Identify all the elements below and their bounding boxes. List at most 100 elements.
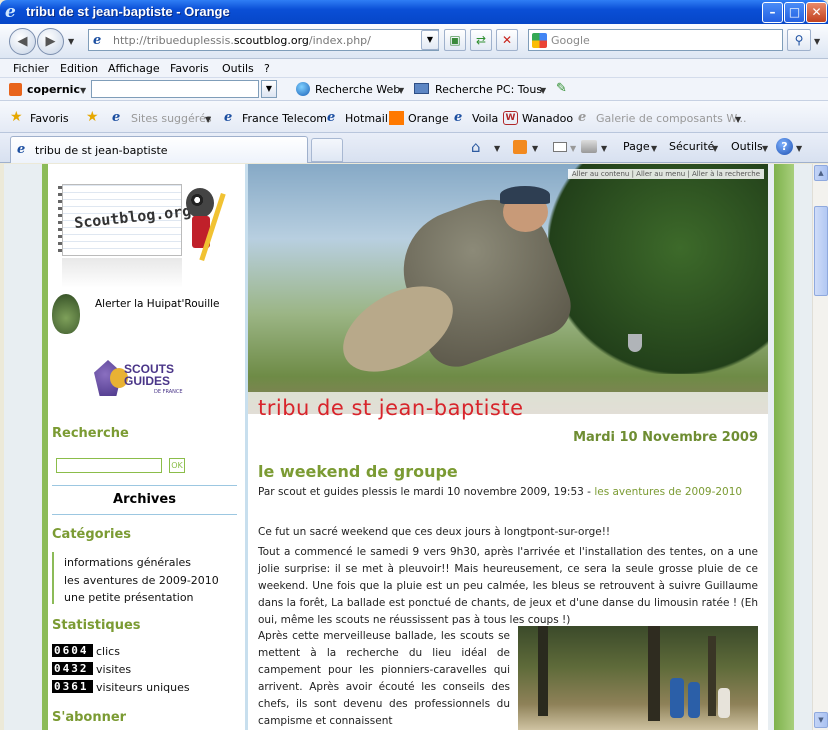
copernic-menu-icon[interactable]: ▼: [80, 86, 86, 95]
compatibility-button[interactable]: ▣: [444, 29, 466, 51]
tab-active[interactable]: e tribu de st jean-baptiste: [10, 136, 308, 163]
print-icon[interactable]: [581, 140, 597, 153]
fav-orange[interactable]: Orange: [408, 112, 449, 125]
header-banner-image: Aller au contenu | Aller au menu | Aller…: [248, 164, 768, 414]
scrollbar-thumb[interactable]: [814, 206, 828, 296]
menu-help[interactable]: ?: [264, 62, 270, 75]
fav-hotmail[interactable]: Hotmail: [345, 112, 388, 125]
ie-logo-icon: e: [5, 2, 16, 22]
tab-title[interactable]: tribu de st jean-baptiste: [35, 144, 168, 157]
tools-menu-button[interactable]: Outils: [731, 140, 763, 153]
chevron-down-icon: ▼: [426, 35, 434, 44]
address-url[interactable]: http://tribueduplessis.scoutblog.org/ind…: [113, 34, 371, 47]
category-link[interactable]: informations générales: [64, 556, 191, 569]
sgdf-logo-subtext: DE FRANCE: [154, 389, 183, 395]
google-icon: [532, 33, 547, 48]
help-menu-icon[interactable]: ▼: [796, 144, 802, 153]
menu-edition[interactable]: Edition: [60, 62, 98, 75]
search-button[interactable]: ⚲: [787, 29, 811, 51]
category-link[interactable]: une petite présentation: [64, 591, 194, 604]
feed-menu-icon[interactable]: ▼: [532, 144, 538, 153]
alert-link[interactable]: Alerter la Huipat'Rouille: [95, 298, 219, 310]
menu-fichier[interactable]: Fichier: [13, 62, 49, 75]
pc-search-menu-icon[interactable]: ▼: [540, 86, 546, 95]
vertical-scrollbar[interactable]: ▲ ▼: [812, 164, 828, 730]
print-menu-icon[interactable]: ▼: [601, 144, 607, 153]
mascot-bug-icon: [186, 188, 214, 218]
sidebar-search-ok-button[interactable]: OK: [169, 458, 185, 473]
menu-affichage[interactable]: Affichage: [108, 62, 160, 75]
photo-person: [688, 682, 700, 718]
forward-button[interactable]: ▶: [37, 28, 64, 55]
home-menu-icon[interactable]: ▼: [494, 144, 500, 153]
add-favorite-icon[interactable]: ★: [86, 109, 99, 125]
mail-icon[interactable]: [553, 142, 567, 152]
chevron-down-icon: ▼: [265, 84, 273, 93]
search-input[interactable]: Google: [551, 34, 590, 47]
highlight-icon[interactable]: ✎: [556, 81, 567, 96]
help-icon[interactable]: ?: [776, 138, 793, 155]
scroll-down-button[interactable]: ▼: [814, 712, 828, 728]
back-button[interactable]: ◀: [9, 28, 36, 55]
refresh-button[interactable]: ⇄: [470, 29, 492, 51]
menu-outils[interactable]: Outils: [222, 62, 254, 75]
maximize-button[interactable]: □: [784, 2, 805, 23]
address-domain: scoutblog.org: [233, 34, 309, 47]
history-dropdown-icon[interactable]: ▼: [68, 37, 74, 46]
globe-icon: [296, 82, 310, 96]
address-bar[interactable]: e http://tribueduplessis.scoutblog.org/i…: [88, 29, 439, 51]
fav-web-slice-gallery[interactable]: Galerie de composants W...: [596, 112, 746, 125]
security-menu-button[interactable]: Sécurité: [669, 140, 714, 153]
clicks-counter: 0604: [52, 644, 93, 657]
back-arrow-icon: ◀: [17, 34, 28, 49]
address-dropdown-button[interactable]: ▼: [421, 30, 439, 50]
post-paragraph: Tout a commencé le samedi 9 vers 9h30, a…: [258, 546, 758, 626]
rss-feed-icon[interactable]: [513, 140, 527, 154]
blog-title[interactable]: tribu de st jean-baptiste: [258, 396, 524, 420]
new-tab-button[interactable]: [311, 138, 343, 162]
close-button[interactable]: ✕: [806, 2, 827, 23]
scroll-up-button[interactable]: ▲: [814, 165, 828, 181]
ie-page-icon: e: [224, 110, 233, 125]
pc-search-button[interactable]: Recherche PC: Tous: [435, 83, 542, 96]
home-icon[interactable]: ⌂: [471, 138, 481, 156]
menu-favoris[interactable]: Favoris: [170, 62, 209, 75]
fav-france-telecom[interactable]: France Telecom: [242, 112, 327, 125]
archives-link[interactable]: Archives: [52, 492, 237, 507]
page-menu-icon[interactable]: ▼: [651, 144, 657, 153]
favorites-button[interactable]: Favoris: [30, 112, 69, 125]
fav-wanadoo[interactable]: Wanadoo: [522, 112, 573, 125]
category-link[interactable]: les aventures de 2009-2010: [64, 574, 219, 587]
search-options-icon[interactable]: ▼: [814, 37, 820, 46]
minimize-button[interactable]: –: [762, 2, 783, 23]
photo-tree-trunk: [648, 626, 660, 721]
access-links[interactable]: Aller au contenu | Aller au menu | Aller…: [567, 169, 764, 179]
web-search-menu-icon[interactable]: ▼: [398, 86, 404, 95]
sgdf-logo[interactable]: SCOUTS GUIDES DE FRANCE: [94, 360, 194, 400]
suggested-menu-icon[interactable]: ▼: [205, 115, 211, 124]
photo-person: [718, 688, 730, 718]
post-title[interactable]: le weekend de groupe: [258, 462, 458, 481]
copernic-dropdown-button[interactable]: ▼: [261, 80, 277, 98]
stop-button[interactable]: ✕: [496, 29, 518, 51]
post-photo[interactable]: [518, 626, 758, 730]
search-section-title: Recherche: [52, 426, 129, 441]
fav-suggested-sites[interactable]: Sites suggérés: [131, 112, 212, 125]
security-menu-icon[interactable]: ▼: [712, 144, 718, 153]
browser-window: e tribu de st jean-baptiste - Orange – □…: [0, 0, 828, 730]
navigation-bar: ◀ ▶ ▼ e http://tribueduplessis.scoutblog…: [0, 24, 828, 59]
sidebar-search-input[interactable]: [56, 458, 162, 473]
window-title: tribu de st jean-baptiste - Orange: [26, 4, 230, 19]
copernic-search-input[interactable]: [91, 80, 259, 98]
page-menu-button[interactable]: Page: [623, 140, 650, 153]
web-search-button[interactable]: Recherche Web: [315, 83, 400, 96]
mail-menu-icon[interactable]: ▼: [570, 144, 576, 153]
scoutblog-logo[interactable]: Scoutblog.org: [58, 182, 226, 292]
search-box[interactable]: Google: [528, 29, 783, 51]
visits-label: visites: [96, 663, 132, 676]
tools-menu-icon[interactable]: ▼: [762, 144, 768, 153]
fav-voila[interactable]: Voila: [472, 112, 498, 125]
gallery-menu-icon[interactable]: ▼: [735, 115, 741, 124]
post-author-date: Par scout et guides plessis le mardi 10 …: [258, 486, 591, 498]
post-category-link[interactable]: les aventures de 2009-2010: [594, 486, 742, 498]
